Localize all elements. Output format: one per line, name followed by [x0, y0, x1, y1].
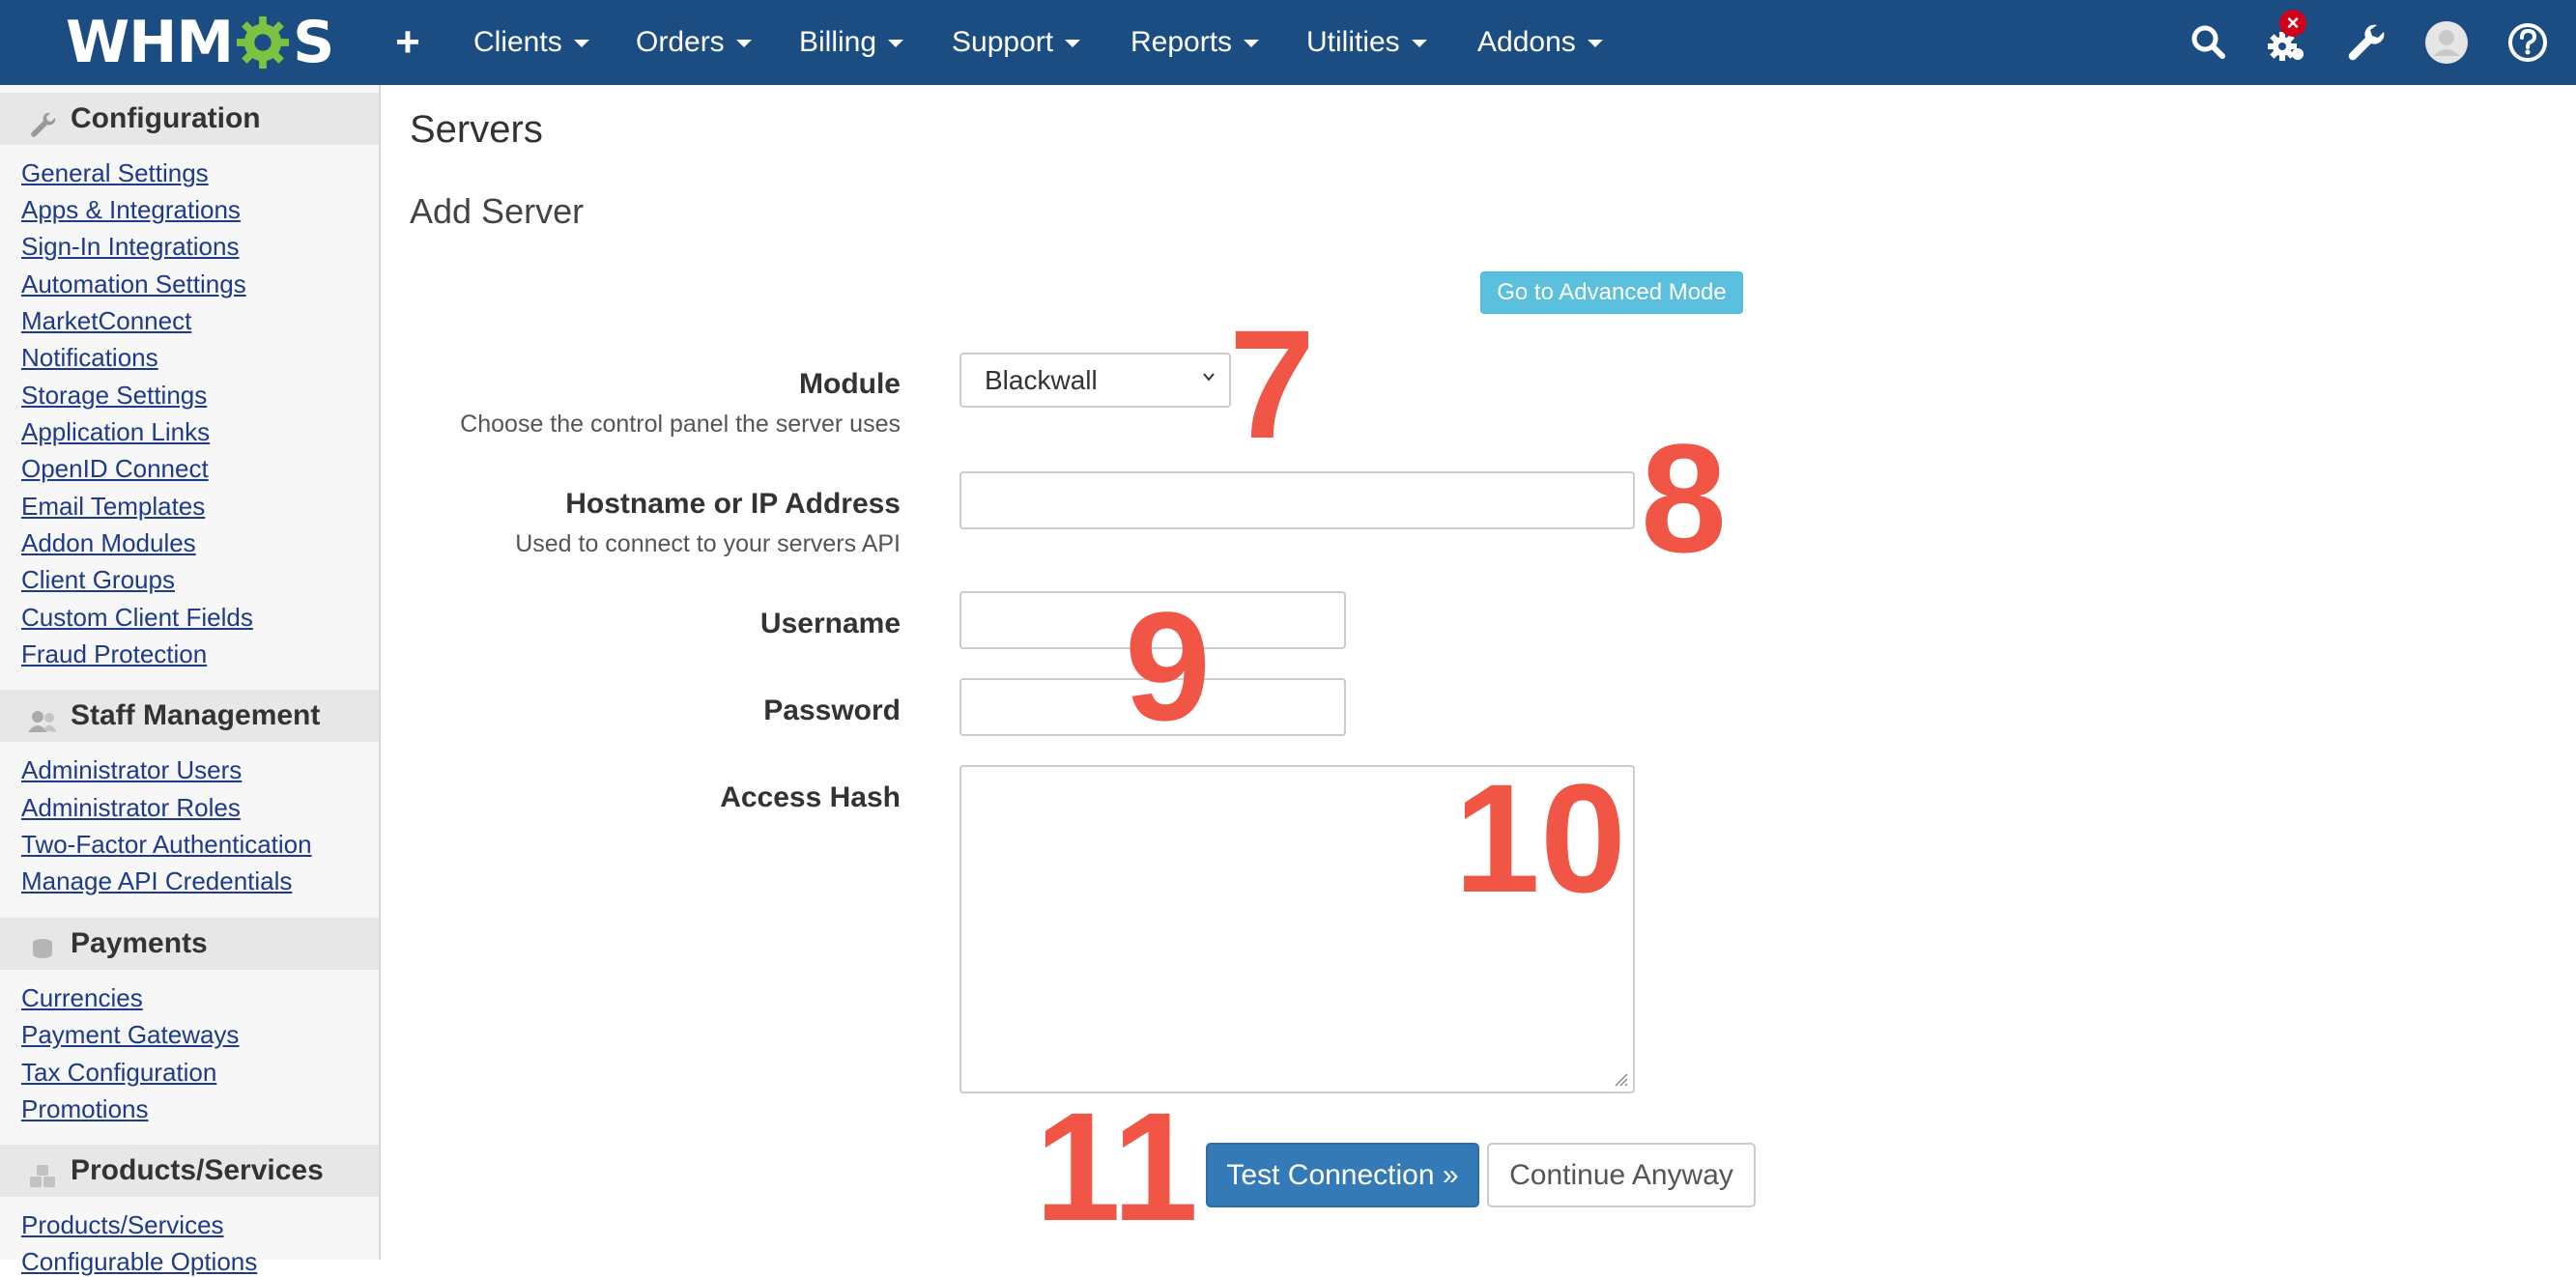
- nav-label: Billing: [799, 26, 877, 58]
- sidebar-link-addon-modules[interactable]: Addon Modules: [21, 528, 196, 558]
- sidebar-link-configurable-options[interactable]: Configurable Options: [21, 1247, 257, 1277]
- annotation-number: 8: [1641, 411, 1727, 584]
- annotation-number: 9: [1125, 580, 1211, 752]
- search-icon[interactable]: [2182, 15, 2236, 70]
- nav-addons[interactable]: Addons: [1477, 0, 1603, 85]
- sidebar-link-email-templates[interactable]: Email Templates: [21, 492, 205, 522]
- nav-label: Support: [952, 26, 1054, 58]
- sidebar-header-staff-management: Staff Management: [0, 690, 379, 742]
- avatar[interactable]: [2419, 15, 2474, 70]
- username-label: Username: [759, 608, 901, 639]
- sidebar-link-currencies[interactable]: Currencies: [21, 983, 143, 1013]
- module-label: Module: [799, 368, 901, 400]
- users-icon: [27, 701, 58, 732]
- caret-down-icon: [1244, 40, 1260, 48]
- nav-label: Clients: [473, 26, 562, 58]
- sidebar-link-payment-gateways[interactable]: Payment Gateways: [21, 1020, 239, 1050]
- coins-icon: [27, 929, 58, 958]
- password-label: Password: [763, 695, 901, 726]
- sidebar-link-application-links[interactable]: Application Links: [21, 417, 210, 447]
- sidebar-link-marketconnect[interactable]: MarketConnect: [21, 306, 191, 336]
- module-select[interactable]: Blackwall: [959, 353, 1231, 408]
- sidebar-link-products-services[interactable]: Products/Services: [21, 1210, 224, 1240]
- notification-badge[interactable]: ×: [2279, 10, 2306, 37]
- add-new-button[interactable]: +: [386, 17, 429, 68]
- sidebar-header-label: Payments: [71, 927, 208, 959]
- nav-utilities[interactable]: Utilities: [1306, 0, 1427, 85]
- module-help-text: Choose the control panel the server uses: [460, 411, 901, 438]
- sidebar-link-sign-in-integrations[interactable]: Sign-In Integrations: [21, 232, 239, 262]
- hostname-label: Hostname or IP Address: [565, 488, 901, 520]
- caret-down-icon: [573, 40, 589, 48]
- nav-label: Orders: [636, 26, 725, 58]
- sidebar-link-openid-connect[interactable]: OpenID Connect: [21, 454, 209, 484]
- caret-down-icon: [1587, 40, 1603, 48]
- sidebar-link-two-factor-authentication[interactable]: Two-Factor Authentication: [21, 830, 312, 860]
- caret-down-icon: [1065, 40, 1081, 48]
- sidebar-header-label: Products/Services: [71, 1154, 324, 1186]
- nav-label: Addons: [1477, 26, 1576, 58]
- access-hash-label: Access Hash: [720, 781, 901, 813]
- whmcs-logo[interactable]: WHM S: [66, 9, 334, 76]
- annotation-number: 10: [1454, 752, 1626, 924]
- caret-down-icon: [1411, 40, 1427, 48]
- sidebar-link-promotions[interactable]: Promotions: [21, 1094, 149, 1124]
- nav-billing[interactable]: Billing: [799, 0, 904, 85]
- nav-support[interactable]: Support: [952, 0, 1081, 85]
- sidebar-link-apps-integrations[interactable]: Apps & Integrations: [21, 195, 241, 225]
- sidebar-link-custom-client-fields[interactable]: Custom Client Fields: [21, 603, 253, 633]
- logo-gear-icon: [235, 14, 291, 71]
- annotation-number: 11: [1035, 1080, 1199, 1253]
- annotation-number: 7: [1229, 298, 1315, 470]
- nav-clients[interactable]: Clients: [473, 0, 589, 85]
- sidebar-link-tax-configuration[interactable]: Tax Configuration: [21, 1058, 216, 1088]
- sidebar-link-manage-api-credentials[interactable]: Manage API Credentials: [21, 866, 292, 896]
- sidebar-header-label: Configuration: [71, 102, 261, 134]
- help-icon[interactable]: [2501, 15, 2555, 70]
- hostname-help-text: Used to connect to your servers API: [515, 530, 901, 557]
- sidebar-header-products-services: Products/Services: [0, 1145, 379, 1197]
- resize-handle-icon[interactable]: [1612, 1070, 1629, 1088]
- page-title: Servers: [410, 108, 543, 151]
- module-selected-value: Blackwall: [985, 365, 1098, 395]
- caret-down-icon: [735, 40, 752, 48]
- cubes-icon: [27, 1156, 58, 1187]
- sidebar-link-automation-settings[interactable]: Automation Settings: [21, 270, 246, 299]
- nav-orders[interactable]: Orders: [636, 0, 752, 85]
- sidebar-header-label: Staff Management: [71, 699, 321, 731]
- sidebar-link-storage-settings[interactable]: Storage Settings: [21, 381, 207, 411]
- wrench-icon: [27, 104, 58, 137]
- caret-down-icon: [888, 40, 904, 48]
- sidebar-header-payments: Payments: [0, 918, 379, 970]
- nav-label: Utilities: [1306, 26, 1400, 58]
- sidebar-link-administrator-roles[interactable]: Administrator Roles: [21, 793, 241, 823]
- sidebar: Configuration General Settings Apps & In…: [0, 85, 381, 1276]
- top-navbar: WHM S + Clients Orders Billing Support R…: [0, 0, 2576, 85]
- sidebar-header-configuration: Configuration: [0, 93, 379, 145]
- sidebar-link-notifications[interactable]: Notifications: [21, 343, 158, 373]
- hostname-input[interactable]: [959, 471, 1635, 529]
- sidebar-link-fraud-protection[interactable]: Fraud Protection: [21, 639, 207, 669]
- advanced-mode-button[interactable]: Go to Advanced Mode: [1480, 271, 1743, 314]
- continue-anyway-button[interactable]: Continue Anyway: [1487, 1143, 1756, 1207]
- sidebar-link-general-settings[interactable]: General Settings: [21, 158, 209, 188]
- section-title: Add Server: [410, 191, 585, 231]
- logo-text-right: S: [293, 9, 334, 76]
- chevron-down-icon: [1203, 373, 1215, 382]
- test-connection-button[interactable]: Test Connection »: [1206, 1143, 1479, 1207]
- nav-reports[interactable]: Reports: [1131, 0, 1260, 85]
- sidebar-link-client-groups[interactable]: Client Groups: [21, 565, 175, 595]
- logo-text-left: WHM: [66, 9, 234, 76]
- wrench-icon[interactable]: [2338, 15, 2392, 70]
- sidebar-link-administrator-users[interactable]: Administrator Users: [21, 755, 242, 785]
- nav-label: Reports: [1131, 26, 1233, 58]
